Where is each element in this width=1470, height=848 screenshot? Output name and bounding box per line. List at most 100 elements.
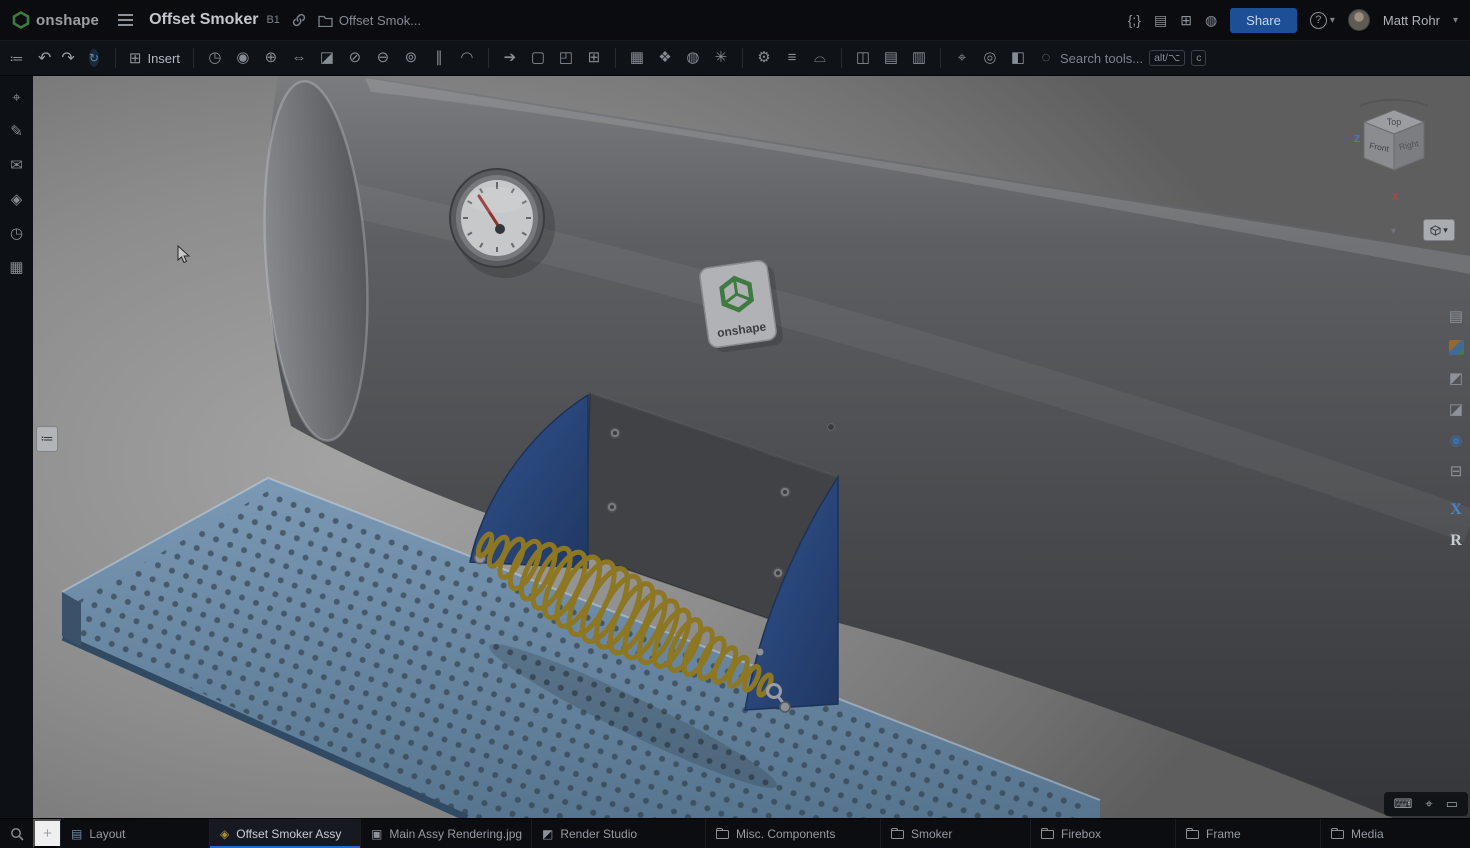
tab-misc-components[interactable]: Misc. Components [706,819,881,848]
tool-linear-pattern-icon[interactable]: ▦ [623,41,651,75]
r-app-icon[interactable]: R [1446,531,1466,551]
render-panel-icon[interactable]: ◉ [1446,430,1466,450]
tool-cylindrical-mate-icon[interactable]: ⊘ [341,41,369,75]
folder-icon [1331,830,1344,839]
tables-icon[interactable]: ▦ [6,256,28,278]
comments-icon[interactable]: ✉ [6,154,28,176]
tool-structured-bom-icon[interactable]: ▥ [905,41,933,75]
appearance-panel-icon[interactable] [1446,337,1466,357]
toolbar-separator [115,48,116,68]
search-tools-input[interactable]: Search tools... alt/⌥ c [1060,50,1206,66]
onshape-sticker[interactable]: onshape [699,259,784,354]
view-cube[interactable]: Top Front Right Z X [1346,88,1442,204]
vent-hole [828,424,835,431]
redo-icon[interactable]: ↷ [61,48,74,68]
tool-bom-table-icon[interactable]: ▤ [877,41,905,75]
spreadsheet-icon[interactable]: ▤ [1154,13,1167,27]
undo-icon[interactable]: ↶ [38,48,51,68]
share-button[interactable]: Share [1230,8,1297,33]
add-tab-button[interactable]: + [33,819,61,848]
user-name[interactable]: Matt Rohr [1383,13,1440,28]
tab-media[interactable]: Media [1321,819,1470,848]
tool-snap-mode-icon[interactable]: ▢ [524,41,552,75]
search-tabs-button[interactable] [0,819,33,848]
tool-section-view-icon[interactable]: ◧ [1004,41,1032,75]
keyboard-icon[interactable]: ⌨ [1394,796,1413,812]
x-app-icon[interactable]: X [1446,500,1466,520]
chevron-down-icon: ▾ [1443,225,1448,236]
featurescript-icon[interactable]: {;} [1128,13,1141,27]
top-bar: onshape Offset Smoker B1 Offset Smok... … [0,0,1470,40]
tool-parallel-mate-icon[interactable]: ∥ [425,41,453,75]
tool-slider-mate-icon[interactable]: ⇔ [285,41,313,75]
chevron-down-icon[interactable]: ▾ [1453,15,1458,26]
instance-list-panel-icon[interactable]: ▤ [1446,306,1466,326]
onshape-logo[interactable]: onshape [12,11,99,29]
tool-gear-relation-icon[interactable]: ⚙ [750,41,778,75]
tool-rack-pinion-relation-icon[interactable]: ≡ [778,41,806,75]
tool-tangent-mate-icon[interactable]: ◠ [453,41,481,75]
3d-viewport[interactable]: onshape [33,76,1470,818]
tool-pin-slot-mate-icon[interactable]: ⊖ [369,41,397,75]
markup-icon[interactable]: ✎ [6,120,28,142]
tool-named-views-icon[interactable]: ◎ [976,41,1004,75]
precision-icon[interactable]: ⌖ [1425,796,1432,812]
toolbar-separator [841,48,842,68]
drawing-icon: ▤ [71,827,82,841]
version-badge[interactable]: B1 [266,14,279,26]
tab-layout[interactable]: ▤ Layout [61,819,210,848]
history-icon[interactable]: ◷ [6,222,28,244]
onshape-logo-icon [12,11,30,29]
main-menu-button[interactable] [115,10,135,30]
avatar[interactable] [1348,9,1370,31]
mate-connector-rail-icon[interactable]: ⌖ [6,86,28,108]
tab-label: Offset Smoker Assy [236,827,341,841]
tool-planar-mate-icon[interactable]: ◪ [313,41,341,75]
tab-smoker[interactable]: Smoker [881,819,1031,848]
instance-list-toggle[interactable]: ≔ [36,426,58,452]
tab-label: Smoker [911,827,952,841]
tab-frame[interactable]: Frame [1176,819,1321,848]
tool-drag-icon[interactable]: ➔ [496,41,524,75]
sync-icon[interactable]: ↻ [89,49,99,67]
screen-icon[interactable]: ▭ [1446,796,1458,812]
view-mode-button[interactable]: ▾ [1423,219,1455,241]
link-icon[interactable] [292,13,306,27]
search-icon [10,827,24,841]
image-icon: ▣ [371,827,382,841]
tool-appearance-icon[interactable]: ◍ [679,41,707,75]
shortcut-key-alt: alt/⌥ [1149,50,1185,66]
tool-screw-relation-icon[interactable]: ⌓ [806,41,834,75]
document-title[interactable]: Offset Smoker [149,11,258,29]
app-store-icon[interactable]: ⊞ [1180,13,1192,27]
tab-main-assy-rendering[interactable]: ▣ Main Assy Rendering.jpg [361,819,532,848]
tool-revolute-mate-icon[interactable]: ⊕ [257,41,285,75]
breadcrumb[interactable]: Offset Smok... [339,13,421,28]
section-view-panel-icon[interactable]: ◪ [1446,399,1466,419]
view-cube-menu-chevron-icon[interactable]: ▾ [1391,226,1396,237]
named-positions-icon[interactable]: ◈ [6,188,28,210]
tool-group-icon[interactable]: ◰ [552,41,580,75]
measure-panel-icon[interactable]: ⊟ [1446,461,1466,481]
chevron-down-icon: ▾ [1330,15,1335,26]
folder-icon [891,830,904,839]
tool-ball-mate-icon[interactable]: ⊚ [397,41,425,75]
tool-circular-pattern-icon[interactable]: ❖ [651,41,679,75]
tool-mate-connector-icon[interactable]: ◷ [201,41,229,75]
tool-fastened-mate-icon[interactable]: ◉ [229,41,257,75]
document-tab-bar: + ▤ Layout ◈ Offset Smoker Assy ▣ Main A… [0,818,1470,848]
tool-insert-subassembly-icon[interactable]: ⊞ [580,41,608,75]
tab-firebox[interactable]: Firebox [1031,819,1176,848]
help-menu[interactable]: ? ▾ [1310,12,1335,29]
tab-offset-smoker-assy[interactable]: ◈ Offset Smoker Assy [210,819,361,848]
tool-display-states-icon[interactable]: ◫ [849,41,877,75]
tab-render-studio[interactable]: ◩ Render Studio [532,819,706,848]
tool-isolate-icon[interactable]: ◌ [1032,41,1060,75]
configuration-panel-icon[interactable]: ◩ [1446,368,1466,388]
tool-measure-icon[interactable]: ⌖ [948,41,976,75]
tab-label: Media [1351,827,1384,841]
community-icon[interactable]: ◍ [1205,13,1217,27]
tool-explode-icon[interactable]: ✳ [707,41,735,75]
insert-button[interactable]: ⊞ Insert [123,49,186,67]
feature-list-icon[interactable]: ≔ [0,50,33,67]
